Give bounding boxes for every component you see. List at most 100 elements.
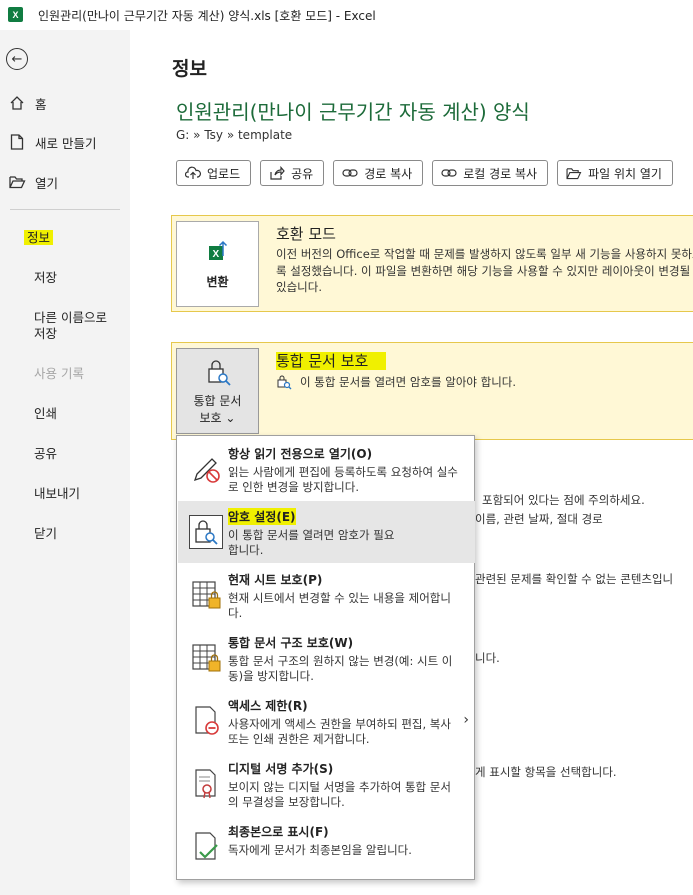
restrict-access-icon <box>190 704 224 738</box>
sidebar-item-new[interactable]: 새로 만들기 <box>8 131 96 153</box>
inspect-warning-text: 포함되어 있다는 점에 주의하세요. <box>482 493 645 507</box>
mark-final-icon <box>190 830 224 864</box>
menu-item-restrict-access[interactable]: 액세스 제한(R) 사용자에게 액세스 권한을 부여하되 편집, 복사 또는 인… <box>178 690 475 752</box>
menu-item-desc: 현재 시트에서 변경할 수 있는 내용을 제어합니다. <box>228 591 451 620</box>
sidebar-item-export[interactable]: 내보내기 <box>34 486 80 502</box>
sheet-lock-icon <box>190 578 224 612</box>
upload-icon <box>185 166 201 180</box>
pencil-no-icon <box>190 452 224 486</box>
button-label: 경로 복사 <box>364 166 413 181</box>
protect-workbook-card: 통합 문서 보호 ⌄ 통합 문서 보호 이 통합 문서를 열려면 암호를 알아야… <box>171 342 693 440</box>
convert-button[interactable]: X 변환 <box>176 221 259 307</box>
lock-search-icon <box>276 374 292 390</box>
protect-workbook-menu: 항상 읽기 전용으로 열기(O) 읽는 사람에게 편집에 등록하도록 요청하여 … <box>176 435 475 880</box>
menu-item-desc: 읽는 사람에게 편집에 등록하도록 요청하여 실수로 인한 변경을 방지합니다. <box>228 465 458 494</box>
menu-item-desc: 독자에게 문서가 최종본임을 알립니다. <box>228 843 412 857</box>
sidebar-item-label: 열기 <box>35 175 59 191</box>
menu-item-desc: 보이지 않는 디지털 서명을 추가하여 통합 문서의 무결성을 보장합니다. <box>228 780 451 809</box>
file-actions: 업로드 공유 경로 복사 로컬 경로 복사 파일 위치 열기 <box>176 160 673 186</box>
protect-description: 이 통합 문서를 열려면 암호를 알아야 합니다. <box>300 375 517 389</box>
excel-logo-icon: X <box>8 7 23 22</box>
sidebar-item-print[interactable]: 인쇄 <box>34 406 57 422</box>
sidebar-item-save[interactable]: 저장 <box>34 270 57 286</box>
window-title: 인원관리(만나이 근무기간 자동 계산) 양식.xls [호환 모드] - Ex… <box>38 9 376 23</box>
menu-item-desc: 사용자에게 액세스 권한을 부여하되 편집, 복사 또는 인쇄 권한은 제거합니… <box>228 717 451 746</box>
menu-item-desc: 통합 문서 구조의 원하지 않는 변경(예: 시트 이동)을 방지합니다. <box>228 654 453 683</box>
excel-convert-icon: X <box>203 238 233 269</box>
menu-item-title: 최종본으로 표시(F) <box>228 825 329 839</box>
menu-item-protect-current-sheet[interactable]: 현재 시트 보호(P) 현재 시트에서 변경할 수 있는 내용을 제어합니다. <box>178 564 475 626</box>
menu-item-encrypt-with-password[interactable]: 암호 설정(E) 이 통합 문서를 열려면 암호가 필요합니다. <box>178 501 475 563</box>
chevron-down-icon: ⌄ <box>225 410 236 425</box>
sidebar-item-label: 저장 <box>34 270 58 285</box>
menu-item-protect-workbook-structure[interactable]: 통합 문서 구조 보호(W) 통합 문서 구조의 원하지 않는 변경(예: 시트… <box>178 627 475 689</box>
menu-item-title: 통합 문서 구조 보호(W) <box>228 636 354 650</box>
protect-workbook-button[interactable]: 통합 문서 보호 ⌄ <box>176 348 259 434</box>
new-document-icon <box>8 133 26 151</box>
compatibility-description: 이전 버전의 Office로 작업할 때 문제를 발생하지 않도록 일부 새 기… <box>276 247 693 294</box>
menu-item-title: 현재 시트 보호(P) <box>228 573 323 587</box>
sidebar-item-label: 닫기 <box>34 526 58 541</box>
browser-view-text: 게 표시할 항목을 선택합니다. <box>475 765 617 779</box>
sidebar-item-label: 사용 기록 <box>34 366 84 381</box>
sidebar-item-label: 인쇄 <box>34 406 58 421</box>
button-label: 로컬 경로 복사 <box>463 166 538 181</box>
sidebar-item-open[interactable]: 열기 <box>8 171 58 193</box>
sidebar-item-label: 정보 <box>24 230 54 245</box>
sidebar-divider <box>10 209 120 210</box>
sidebar-item-label: 새로 만들기 <box>35 135 97 151</box>
share-icon <box>269 166 285 180</box>
sidebar-item-share[interactable]: 공유 <box>34 446 57 462</box>
folder-open-icon <box>8 173 26 191</box>
convert-button-label: 변환 <box>206 275 229 289</box>
compatibility-heading: 호환 모드 <box>276 225 336 243</box>
sidebar-item-label: 다른 이름으로 저장 <box>34 310 107 341</box>
link-icon <box>441 166 457 180</box>
menu-item-add-digital-signature[interactable]: 디지털 서명 추가(S) 보이지 않는 디지털 서명을 추가하여 통합 문서의 … <box>178 753 475 815</box>
button-label: 공유 <box>291 166 314 181</box>
copy-local-path-button[interactable]: 로컬 경로 복사 <box>432 160 549 186</box>
sidebar-item-label: 공유 <box>34 446 58 461</box>
sidebar-item-close[interactable]: 닫기 <box>34 526 57 542</box>
protect-heading: 통합 문서 보호 <box>276 350 387 371</box>
menu-item-title: 암호 설정(E) <box>228 508 296 525</box>
sidebar-item-label: 내보내기 <box>34 486 81 501</box>
menu-item-desc: 이 통합 문서를 열려면 암호가 필요합니다. <box>228 528 395 557</box>
back-arrow-icon[interactable]: ← <box>6 48 28 70</box>
open-file-location-button[interactable]: 파일 위치 열기 <box>557 160 673 186</box>
home-icon <box>8 94 26 112</box>
svg-text:X: X <box>212 249 219 260</box>
file-path-breadcrumb[interactable]: G: » Tsy » template <box>176 128 292 142</box>
backstage-sidebar: ← 홈 새로 만들기 열기 정보 저장 다른 이름으로 저장 사용 기록 인쇄 … <box>0 30 130 895</box>
folder-open-icon <box>566 166 582 180</box>
link-icon <box>342 166 358 180</box>
compatibility-mode-card: X 변환 호환 모드 이전 버전의 Office로 작업할 때 문제를 발생하지… <box>171 215 693 312</box>
chevron-right-icon: › <box>463 712 469 728</box>
title-bar: X 인원관리(만나이 근무기간 자동 계산) 양식.xls [호환 모드] - … <box>0 0 693 30</box>
protect-heading-text: 통합 문서 보호 <box>276 352 387 370</box>
document-title: 인원관리(만나이 근무기간 자동 계산) 양식 <box>176 100 530 124</box>
lock-search-icon <box>189 515 223 549</box>
sidebar-item-history: 사용 기록 <box>34 366 84 382</box>
workbook-lock-icon <box>190 641 224 675</box>
upload-button[interactable]: 업로드 <box>176 160 252 186</box>
menu-item-always-open-read-only[interactable]: 항상 읽기 전용으로 열기(O) 읽는 사람에게 편집에 등록하도록 요청하여 … <box>178 438 475 500</box>
menu-item-mark-as-final[interactable]: 최종본으로 표시(F) 독자에게 문서가 최종본임을 알립니다. <box>178 816 475 878</box>
lock-search-icon <box>203 357 233 390</box>
accessibility-text: 관련된 문제를 확인할 수 없는 콘텐츠입니 <box>475 572 674 586</box>
inspect-detail-text: 이름, 관련 날짜, 절대 경로 <box>475 512 603 526</box>
sidebar-item-label: 홈 <box>35 96 47 112</box>
button-label: 파일 위치 열기 <box>588 166 662 181</box>
menu-item-title: 액세스 제한(R) <box>228 699 308 713</box>
versions-text: 니다. <box>475 651 500 665</box>
protect-button-label: 통합 문서 <box>193 393 242 408</box>
sidebar-item-home[interactable]: 홈 <box>8 92 47 114</box>
share-button[interactable]: 공유 <box>260 160 325 186</box>
copy-path-button[interactable]: 경로 복사 <box>333 160 424 186</box>
sidebar-item-save-as[interactable]: 다른 이름으로 저장 <box>34 310 118 342</box>
protect-description-row: 이 통합 문서를 열려면 암호를 알아야 합니다. <box>276 374 693 391</box>
sidebar-item-info[interactable]: 정보 <box>24 230 54 246</box>
digital-signature-icon <box>190 767 224 801</box>
protect-button-label-2: 보호 <box>199 410 222 425</box>
page-title: 정보 <box>172 58 207 80</box>
